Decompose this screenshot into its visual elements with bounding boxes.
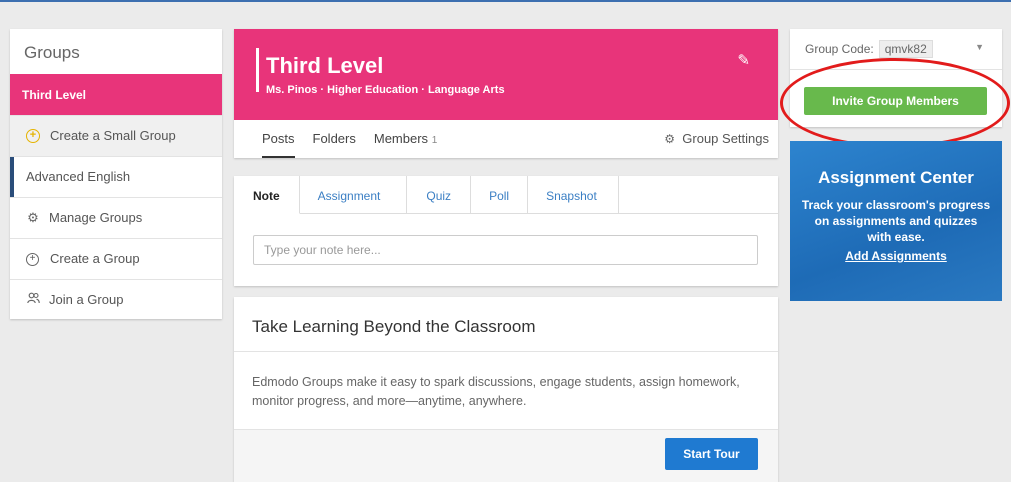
tab-members[interactable]: Members 1	[374, 120, 437, 158]
sidebar-item-label: Create a Group	[50, 251, 140, 266]
groups-intro-card: Take Learning Beyond the Classroom Edmod…	[234, 297, 778, 482]
invite-group-members-button[interactable]: Invite Group Members	[804, 87, 987, 115]
pencil-icon[interactable]: ✎	[737, 51, 750, 69]
note-input[interactable]	[253, 235, 758, 265]
tab-quiz[interactable]: Quiz	[407, 176, 472, 213]
group-title: Third Level	[266, 53, 384, 78]
plus-circle-icon: +	[26, 252, 39, 266]
assignment-center-description: Track your classroom's progress on assig…	[801, 198, 991, 244]
start-tour-button[interactable]: Start Tour	[665, 438, 758, 470]
title-accent-bar	[256, 48, 259, 92]
sidebar-item-label: Third Level	[22, 87, 87, 102]
sidebar-item-advanced-english[interactable]: Advanced English	[10, 156, 222, 197]
sidebar-item-label: Advanced English	[26, 169, 131, 184]
group-settings-link[interactable]: ⚙ Group Settings	[664, 120, 769, 158]
tab-posts[interactable]: Posts	[262, 120, 295, 158]
chevron-down-icon[interactable]: ▼	[975, 42, 984, 52]
sidebar-item-join-group[interactable]: Join a Group	[10, 279, 222, 320]
sidebar-item-label: Join a Group	[49, 292, 124, 307]
intro-title: Take Learning Beyond the Classroom	[252, 317, 536, 336]
tab-note[interactable]: Note	[234, 176, 300, 214]
group-code-label: Group Code:	[805, 42, 874, 56]
sidebar-item-third-level[interactable]: Third Level	[10, 74, 222, 115]
group-tabs: Posts Folders Members 1 ⚙ Group Settings	[234, 120, 778, 158]
tab-folders[interactable]: Folders	[313, 120, 356, 158]
top-border	[0, 0, 1011, 2]
group-code-row[interactable]: Group Code: qmvk82 ▼	[790, 29, 1002, 70]
group-code-card: Group Code: qmvk82 ▼ Invite Group Member…	[790, 29, 1002, 127]
sidebar-title: Groups	[24, 43, 80, 62]
tab-assignment[interactable]: Assignment	[300, 176, 408, 213]
plus-circle-icon: +	[26, 129, 40, 143]
group-subtitle: Ms. Pinos · Higher Education · Language …	[266, 84, 505, 96]
gear-icon: ⚙	[27, 210, 39, 225]
groups-sidebar: Groups Third Level + Create a Small Grou…	[10, 29, 222, 319]
group-hero-banner: Third Level Ms. Pinos · Higher Education…	[234, 29, 778, 120]
sidebar-item-create-group[interactable]: + Create a Group	[10, 238, 222, 279]
assignment-center-card: Assignment Center Track your classroom's…	[790, 141, 1002, 301]
divider	[234, 351, 778, 352]
group-code-value: qmvk82	[878, 40, 933, 58]
intro-body: Edmodo Groups make it easy to spark disc…	[252, 375, 740, 408]
sidebar-item-label: Create a Small Group	[50, 128, 176, 143]
sidebar-item-label: Manage Groups	[49, 210, 143, 225]
tab-poll[interactable]: Poll	[471, 176, 529, 213]
composer-tabs: Note Assignment Quiz Poll Snapshot	[234, 176, 778, 214]
assignment-center-title: Assignment Center	[818, 168, 974, 187]
add-assignments-link[interactable]: Add Assignments	[845, 249, 947, 263]
sidebar-item-create-small-group[interactable]: + Create a Small Group	[10, 115, 222, 156]
post-composer: Note Assignment Quiz Poll Snapshot	[234, 176, 778, 286]
members-count: 1	[431, 135, 438, 146]
group-header: Third Level Ms. Pinos · Higher Education…	[234, 29, 778, 158]
gear-icon: ⚙	[664, 132, 676, 146]
people-icon	[26, 280, 40, 320]
sidebar-item-manage-groups[interactable]: ⚙ Manage Groups	[10, 197, 222, 238]
tab-snapshot[interactable]: Snapshot	[528, 176, 619, 213]
